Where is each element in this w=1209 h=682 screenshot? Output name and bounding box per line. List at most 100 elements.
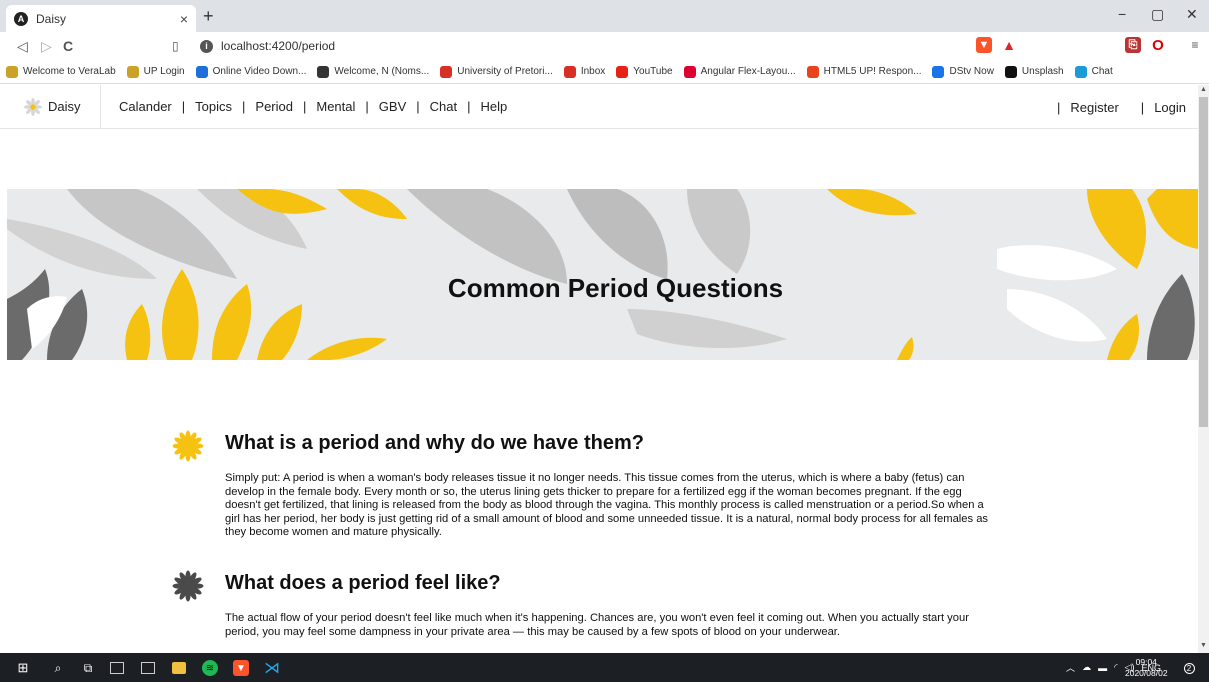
site-navbar: Daisy Calander | Topics | Period | Mental | GBV |… [0,85,1198,129]
bookmark-label: Inbox [580,66,606,77]
nav-link-topics[interactable]: Topics [195,99,232,114]
nav-links: Calander | Topics | Period | Mental | GBV | Chat | H… [101,99,507,114]
hero-banner: Common Period Questions [7,189,1198,360]
download-icon [195,65,208,78]
forward-button[interactable]: ▷ [41,38,52,55]
tray-overflow-icon[interactable]: ︿ [1066,661,1075,674]
bookmark-item[interactable]: Welcome to VeraLab [6,65,116,78]
bookmark-item[interactable]: HTML5 UP! Respon... [806,65,922,78]
nav-link-chat[interactable]: Chat [430,99,457,114]
page-scrollbar[interactable]: ▲ ▼ [1198,85,1209,653]
maximize-button[interactable]: ▢ [1151,6,1164,23]
browser-tab-bar: A Daisy × + − ▢ ✕ [0,0,1209,32]
minimize-button[interactable]: − [1118,6,1126,22]
bookmark-item[interactable]: Welcome, N (Noms... [317,65,430,78]
brand-name: Daisy [48,99,81,114]
notifications-icon[interactable]: 2 [1180,659,1198,677]
file-explorer-icon[interactable] [172,662,186,674]
bookmark-label: YouTube [633,66,673,77]
gmail-icon [440,65,453,78]
spotify-icon[interactable]: ≋ [202,660,218,676]
auth-links: | Register | Login [1035,85,1186,129]
bookmark-label: HTML5 UP! Respon... [823,66,922,77]
scroll-up-icon[interactable]: ▲ [1200,86,1207,93]
menu-icon[interactable]: ≡ [1187,37,1203,53]
angular-favicon-icon: A [14,11,28,26]
clock[interactable]: 09:04 2020/08/02 [1125,657,1168,679]
url-text: localhost:4200/period [221,39,336,53]
onedrive-icon[interactable]: ☁ [1082,662,1091,673]
bookmark-item[interactable]: YouTube [616,65,673,78]
terminal-app-icon[interactable] [141,662,155,674]
nav-link-gbv[interactable]: GBV [379,99,406,114]
brave-shields-icon[interactable]: ▼ [976,37,992,53]
url-field[interactable]: i localhost:4200/period [172,35,1012,57]
brave-rewards-icon[interactable]: ▲ [1001,37,1017,53]
vscode-icon[interactable]: ⋊ [264,660,280,677]
back-button[interactable]: ◁ [17,38,28,55]
nav-link-mental[interactable]: Mental [316,99,355,114]
windows-taskbar: ⊞ ⌕ ⧉ ≋ ▼ ⋊ ︿ ☁ ▬ ◜ ◁) ENG 09:04 2020/08… [0,653,1209,682]
bookmark-label: Angular Flex-Layou... [700,66,796,77]
daisy-yellow-icon [172,430,204,462]
nav-separator: | [1056,99,1061,115]
nav-separator: | [242,99,246,114]
close-window-button[interactable]: ✕ [1186,6,1198,23]
question-answer: The actual flow of your period doesn't f… [225,612,969,638]
nav-link-period[interactable]: Period [255,99,293,114]
brand[interactable]: Daisy [0,85,101,129]
task-view-icon[interactable]: ⧉ [80,660,96,676]
search-icon[interactable]: ⌕ [50,660,66,676]
question-section: What is a period and why do we have them… [172,430,992,560]
login-link[interactable]: Login [1154,100,1186,115]
bookmark-label: Online Video Down... [212,66,307,77]
question-title: What does a period feel like? [225,572,501,594]
bookmark-item[interactable]: Online Video Down... [195,65,307,78]
bookmark-item[interactable]: DStv Now [932,65,994,78]
wifi-icon[interactable]: ◜ [1114,662,1118,673]
bookmark-item[interactable]: Unsplash [1004,65,1064,78]
tab-title: Daisy [36,11,67,26]
address-bar-row: ◁ ▷ C ▯ i localhost:4200/period ▼ ▲ ⎘ O … [0,32,1209,60]
browser-tab[interactable]: A Daisy × [6,5,196,32]
pdf-extension-icon[interactable]: ⎘ [1125,37,1141,53]
battery-icon[interactable]: ▬ [1098,663,1107,673]
register-link[interactable]: Register [1070,100,1118,115]
page-viewport: Daisy Calander | Topics | Period | Mental | GBV |… [0,85,1198,653]
nav-separator: | [416,99,420,114]
bookmark-item[interactable]: Chat [1074,65,1113,78]
opera-extension-icon[interactable]: O [1150,37,1166,54]
clock-date: 2020/08/02 [1125,668,1168,678]
daisy-dark-icon [172,570,204,602]
tab-close-icon[interactable]: × [180,11,188,27]
brave-browser-icon[interactable]: ▼ [233,660,249,676]
bookmark-item[interactable]: Inbox [563,65,606,78]
hero-title: Common Period Questions [447,273,784,303]
windows-start-icon[interactable]: ⊞ [15,660,31,676]
nav-separator: | [302,99,307,114]
chat-icon [1074,65,1087,78]
question-answer: Simply put: A period is when a woman's b… [225,472,989,539]
nav-separator: | [1140,99,1145,115]
photos-app-icon[interactable] [110,662,124,674]
angular-icon [683,65,696,78]
nav-separator: | [365,99,369,114]
clock-time: 09:04 [1135,657,1157,667]
bookmark-label: DStv Now [949,66,994,77]
bookmark-item[interactable]: Angular Flex-Layou... [683,65,796,78]
nav-link-calander[interactable]: Calander [119,99,172,114]
question-section: What does a period feel like? The actual… [172,570,992,653]
play-icon [932,65,945,78]
bookmark-item[interactable]: University of Pretori... [440,65,553,78]
scroll-down-icon[interactable]: ▼ [1200,642,1207,649]
reload-button[interactable]: C [63,38,73,54]
bookmark-item[interactable]: UP Login [126,65,185,78]
bookmark-label: Welcome, N (Noms... [334,66,430,77]
youtube-icon [616,65,629,78]
daisy-logo-icon [24,97,42,116]
scrollbar-thumb[interactable] [1199,97,1208,427]
new-tab-button[interactable]: + [203,6,214,27]
nav-link-help[interactable]: Help [481,99,508,114]
gmail-icon [563,65,576,78]
site-info-icon[interactable]: i [200,39,213,53]
